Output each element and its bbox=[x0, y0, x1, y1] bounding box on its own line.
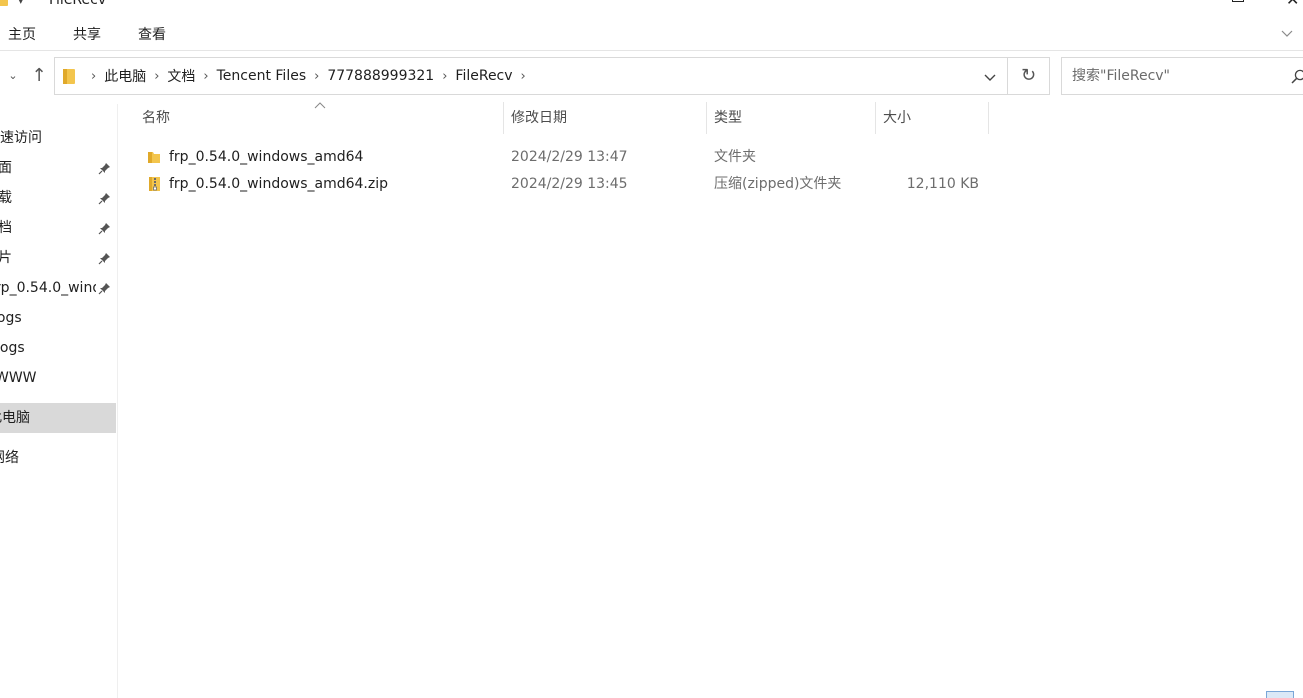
address-history-chevron-down-icon[interactable] bbox=[983, 70, 997, 84]
recent-locations-dropdown-icon[interactable]: ⌄ bbox=[4, 65, 22, 87]
breadcrumb-separator[interactable]: › bbox=[91, 69, 96, 84]
file-type: 文件夹 bbox=[714, 149, 756, 165]
breadcrumb-this-pc[interactable]: 此电脑 bbox=[104, 66, 146, 86]
ribbon-expand-chevron-icon[interactable] bbox=[1280, 26, 1294, 40]
folder-icon bbox=[148, 152, 160, 163]
breadcrumb-filerecv[interactable]: FileRecv bbox=[455, 68, 512, 84]
column-divider[interactable] bbox=[503, 102, 504, 134]
ribbon-tabs: 主页 共享 查看 bbox=[0, 22, 1303, 51]
sidebar-item-label: 图片 bbox=[0, 243, 94, 273]
column-header-size[interactable]: 大小 bbox=[883, 102, 987, 134]
column-header-type[interactable]: 类型 bbox=[714, 102, 874, 134]
sidebar-item-network[interactable]: 网络 bbox=[0, 443, 116, 473]
file-date: 2024/2/29 13:45 bbox=[511, 176, 628, 192]
refresh-button[interactable]: ↻ bbox=[1008, 57, 1050, 95]
minimize-button[interactable] bbox=[1174, 0, 1194, 8]
sidebar-item-label: frp_0.54.0_windows bbox=[0, 280, 96, 296]
sidebar-item-label: 快速访问 bbox=[0, 130, 42, 146]
pin-icon bbox=[98, 223, 110, 235]
breadcrumb-separator[interactable]: › bbox=[442, 69, 447, 84]
file-size: 12,110 KB bbox=[906, 176, 979, 192]
breadcrumb-documents[interactable]: 文档 bbox=[167, 66, 195, 86]
sidebar-item-pictures[interactable]: 图片 bbox=[0, 243, 116, 273]
sidebar-item-label: 桌面 bbox=[0, 153, 94, 183]
sidebar-item-frp-folder[interactable]: frp_0.54.0_windows bbox=[0, 273, 116, 303]
window-title: FileRecv bbox=[49, 0, 107, 8]
sidebar-item-documents[interactable]: 文档 bbox=[0, 213, 116, 243]
file-row[interactable]: frp_0.54.0_windows_amd64.zip 2024/2/29 1… bbox=[138, 171, 989, 198]
file-explorer-window: ▾ FileRecv ✕ 主页 共享 查看 ⌄ ↑ › 此电脑 › 文档 › T… bbox=[0, 0, 1303, 698]
sidebar-item-label: 下载 bbox=[0, 183, 94, 213]
column-header-name[interactable]: 名称 bbox=[142, 102, 502, 134]
details-view-toggle-button[interactable] bbox=[1266, 691, 1294, 698]
tab-view[interactable]: 查看 bbox=[138, 25, 166, 45]
column-header-date[interactable]: 修改日期 bbox=[511, 102, 705, 134]
file-row[interactable]: frp_0.54.0_windows_amd64 2024/2/29 13:47… bbox=[138, 144, 989, 171]
search-input[interactable] bbox=[1072, 66, 1272, 86]
breadcrumb-separator[interactable]: › bbox=[154, 69, 159, 84]
search-icon[interactable] bbox=[1291, 69, 1303, 84]
breadcrumb-separator[interactable]: › bbox=[203, 69, 208, 84]
sidebar-item-logs[interactable]: logs bbox=[0, 303, 116, 333]
sidebar-item-label: logs bbox=[0, 310, 22, 326]
zip-folder-icon bbox=[149, 177, 160, 191]
sidebar-item-label: 网络 bbox=[0, 450, 19, 466]
file-date: 2024/2/29 13:47 bbox=[511, 149, 628, 165]
title-bar: ▾ FileRecv ✕ bbox=[0, 0, 1303, 14]
sidebar-item-label: 此电脑 bbox=[0, 410, 30, 426]
search-box bbox=[1061, 57, 1303, 95]
address-folder-icon bbox=[63, 69, 75, 84]
close-button[interactable]: ✕ bbox=[1286, 0, 1303, 8]
tab-share[interactable]: 共享 bbox=[73, 25, 101, 45]
sidebar-item-www[interactable]: WWW bbox=[0, 363, 116, 393]
address-bar[interactable]: › 此电脑 › 文档 › Tencent Files › 77788899932… bbox=[54, 57, 1008, 95]
pin-icon bbox=[98, 253, 110, 265]
sidebar-item-logs[interactable]: logs bbox=[0, 333, 116, 363]
breadcrumb-tencent-files[interactable]: Tencent Files bbox=[217, 68, 307, 84]
sidebar-item-downloads[interactable]: 下载 bbox=[0, 183, 116, 213]
column-divider[interactable] bbox=[988, 102, 989, 134]
pin-icon bbox=[98, 283, 110, 295]
breadcrumb-separator[interactable]: › bbox=[314, 69, 319, 84]
sidebar-item-quick-access[interactable]: 快速访问 bbox=[0, 123, 116, 153]
breadcrumb-separator[interactable]: › bbox=[521, 69, 526, 84]
sidebar-item-this-pc[interactable]: 此电脑 bbox=[0, 403, 116, 433]
file-name: frp_0.54.0_windows_amd64 bbox=[169, 149, 364, 165]
breadcrumb-account-folder[interactable]: 777888999321 bbox=[327, 68, 434, 84]
pin-icon bbox=[98, 163, 110, 175]
tab-home[interactable]: 主页 bbox=[8, 25, 36, 45]
sidebar-item-label: 文档 bbox=[0, 213, 94, 243]
navigation-pane: 快速访问 桌面 下载 文档 图片 frp_0.54.0_windows logs… bbox=[0, 104, 118, 698]
maximize-button[interactable] bbox=[1230, 0, 1250, 8]
breadcrumb: › 此电脑 › 文档 › Tencent Files › 77788899932… bbox=[83, 58, 534, 94]
window-folder-icon bbox=[0, 0, 8, 6]
quick-access-toolbar-dropdown-icon[interactable]: ▾ bbox=[18, 0, 24, 8]
sidebar-item-label: logs bbox=[0, 340, 25, 356]
sidebar-item-desktop[interactable]: 桌面 bbox=[0, 153, 116, 183]
column-divider[interactable] bbox=[706, 102, 707, 134]
file-name: frp_0.54.0_windows_amd64.zip bbox=[169, 176, 389, 192]
pin-icon bbox=[98, 193, 110, 205]
column-divider[interactable] bbox=[875, 102, 876, 134]
sidebar-item-label: WWW bbox=[0, 370, 37, 386]
file-type: 压缩(zipped)文件夹 bbox=[714, 176, 842, 192]
up-arrow-icon[interactable]: ↑ bbox=[30, 65, 48, 87]
